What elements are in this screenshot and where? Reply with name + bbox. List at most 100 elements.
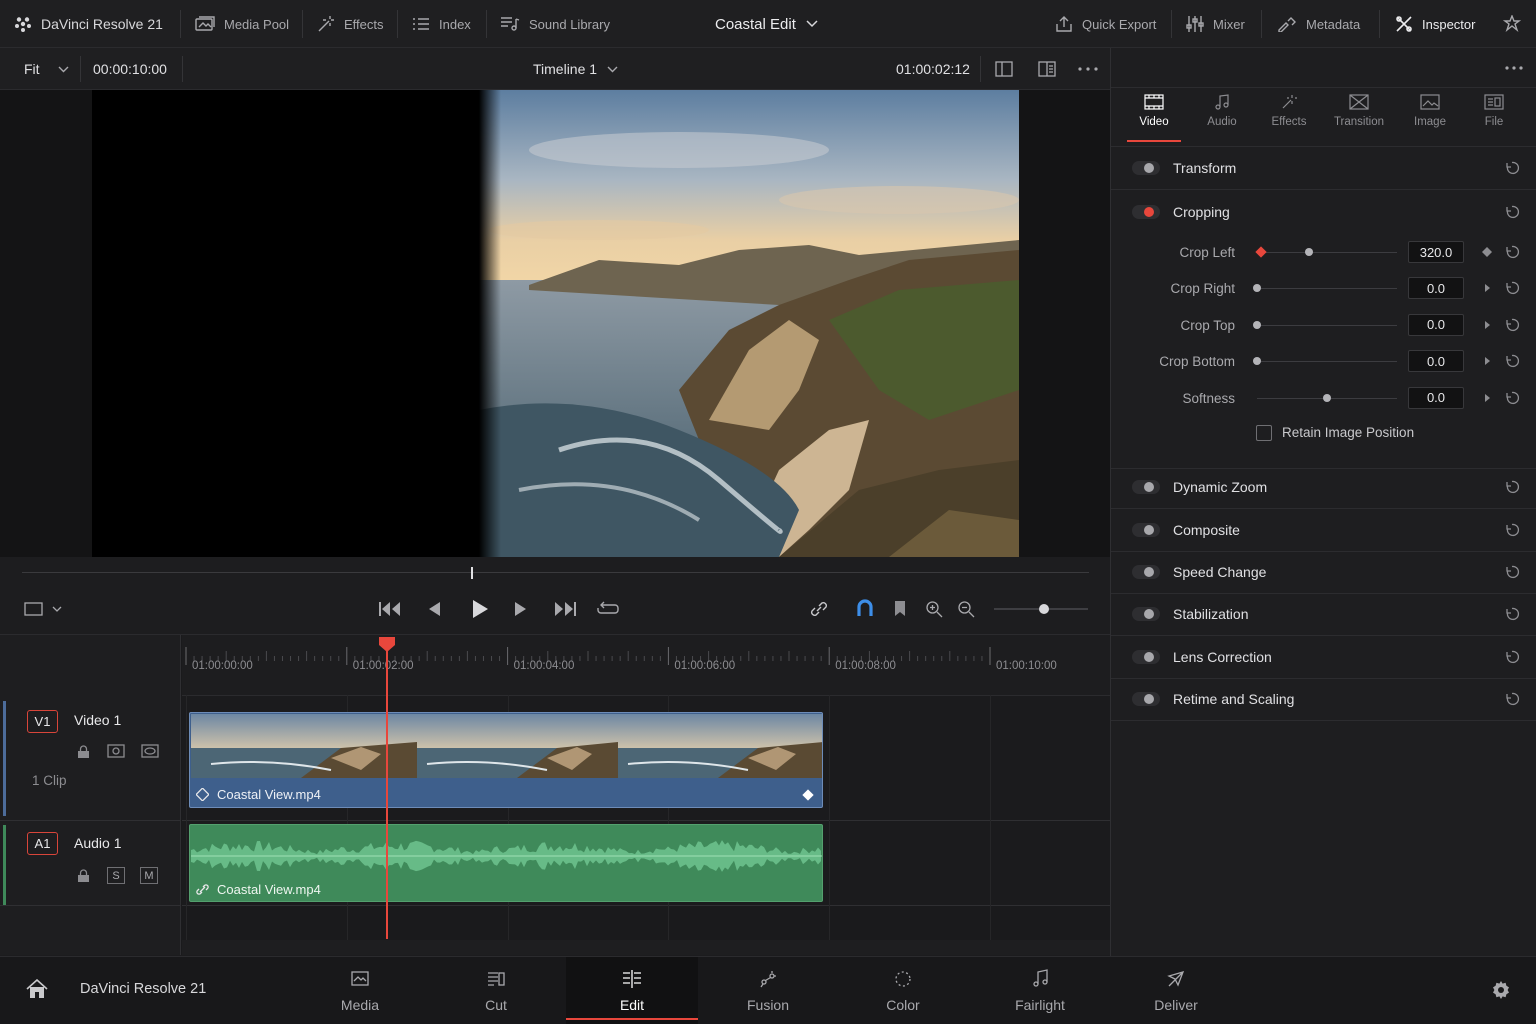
- reset-icon[interactable]: [1504, 204, 1520, 220]
- section-toggle[interactable]: [1132, 607, 1160, 621]
- inspector-button[interactable]: Inspector: [1395, 0, 1475, 48]
- inspector-section-composite[interactable]: Composite: [1111, 509, 1536, 552]
- timeline-scrollbar[interactable]: [182, 940, 1110, 955]
- tab-image[interactable]: Image: [1405, 94, 1455, 144]
- lock-icon[interactable]: [77, 869, 90, 883]
- page-tab-cut[interactable]: Cut: [430, 957, 562, 1024]
- reset-icon[interactable]: [1504, 522, 1520, 538]
- keyframe-marker[interactable]: [802, 789, 814, 801]
- tab-audio[interactable]: Audio: [1197, 94, 1247, 144]
- reset-icon[interactable]: [1504, 244, 1520, 260]
- next-frame-icon[interactable]: [514, 601, 528, 617]
- quick-export-button[interactable]: Quick Export: [1055, 0, 1156, 48]
- crop-param-slider[interactable]: [1257, 324, 1397, 326]
- scrubber-bar[interactable]: [22, 572, 1089, 573]
- zoom-out-icon[interactable]: [957, 600, 975, 618]
- reset-icon[interactable]: [1504, 564, 1520, 580]
- reset-icon[interactable]: [1504, 390, 1520, 406]
- crop-param-value[interactable]: 0.0: [1408, 277, 1464, 300]
- crop-param-slider-knob[interactable]: [1253, 320, 1261, 329]
- reset-icon[interactable]: [1504, 317, 1520, 333]
- reset-icon[interactable]: [1504, 649, 1520, 665]
- tab-effects[interactable]: Effects: [1264, 94, 1314, 144]
- tab-video[interactable]: Video: [1129, 94, 1179, 144]
- audio-clip[interactable]: Coastal View.mp4: [189, 824, 823, 902]
- media-pool-button[interactable]: Media Pool: [195, 0, 289, 48]
- crop-param-slider[interactable]: [1257, 361, 1397, 363]
- inspector-section-stabilization[interactable]: Stabilization: [1111, 593, 1536, 636]
- video-viewer[interactable]: [0, 90, 1110, 557]
- loop-icon[interactable]: [596, 599, 620, 619]
- keyframe-active-marker[interactable]: [1255, 246, 1267, 258]
- section-toggle[interactable]: [1132, 565, 1160, 579]
- crop-param-slider[interactable]: [1257, 252, 1397, 253]
- crop-param-slider-knob[interactable]: [1304, 248, 1313, 256]
- reset-icon[interactable]: [1504, 606, 1520, 622]
- video-track-badge[interactable]: V1: [27, 710, 58, 733]
- auto-track-icon[interactable]: [107, 744, 125, 758]
- project-title-dropdown[interactable]: Coastal Edit: [715, 0, 818, 48]
- page-tab-fusion[interactable]: Fusion: [702, 957, 834, 1024]
- single-viewer-icon[interactable]: [995, 61, 1013, 77]
- crop-param-value[interactable]: 0.0: [1408, 313, 1464, 336]
- playhead-handle-icon[interactable]: [378, 637, 396, 653]
- settings-gear-icon[interactable]: [1491, 980, 1511, 1000]
- section-toggle[interactable]: [1132, 523, 1160, 537]
- crop-param-slider-knob[interactable]: [1323, 393, 1331, 402]
- reset-icon[interactable]: [1504, 353, 1520, 369]
- home-icon[interactable]: [26, 979, 48, 999]
- link-icon[interactable]: [809, 600, 829, 618]
- lock-icon[interactable]: [77, 745, 90, 759]
- crop-param-value[interactable]: 0.0: [1408, 386, 1464, 409]
- reset-icon[interactable]: [1504, 280, 1520, 296]
- viewer-mode-dropdown[interactable]: [24, 601, 62, 617]
- keyframe-nav-icon[interactable]: [1485, 357, 1490, 366]
- crop-param-value[interactable]: 0.0: [1408, 350, 1464, 373]
- sound-library-button[interactable]: Sound Library: [500, 0, 610, 48]
- zoom-in-icon[interactable]: [925, 600, 943, 618]
- cropping-toggle[interactable]: [1132, 205, 1160, 219]
- crop-param-slider[interactable]: [1257, 288, 1397, 290]
- snapping-magnet-icon[interactable]: [856, 599, 874, 619]
- inspector-section-retime-and-scaling[interactable]: Retime and Scaling: [1111, 678, 1536, 721]
- keyframe-nav-icon[interactable]: [1485, 284, 1490, 293]
- page-tab-media[interactable]: Media: [294, 957, 426, 1024]
- page-tab-edit[interactable]: Edit: [566, 957, 698, 1024]
- inspector-section-lens-correction[interactable]: Lens Correction: [1111, 636, 1536, 679]
- more-options-icon[interactable]: [1078, 67, 1098, 71]
- play-icon[interactable]: [471, 599, 489, 619]
- page-tab-deliver[interactable]: Deliver: [1110, 957, 1242, 1024]
- zoom-slider-knob[interactable]: [1039, 604, 1049, 614]
- reverse-play-icon[interactable]: [427, 601, 441, 617]
- inspector-section-dynamic-zoom[interactable]: Dynamic Zoom: [1111, 466, 1536, 509]
- more-options-icon[interactable]: [1505, 66, 1523, 70]
- reset-icon[interactable]: [1504, 691, 1520, 707]
- keyframe-nav-icon[interactable]: [1485, 393, 1490, 402]
- reset-icon[interactable]: [1504, 160, 1520, 176]
- page-tab-color[interactable]: Color: [837, 957, 969, 1024]
- go-to-start-icon[interactable]: [378, 601, 402, 617]
- crop-param-slider-knob[interactable]: [1253, 284, 1261, 293]
- tab-file[interactable]: File: [1469, 94, 1519, 144]
- go-to-end-icon[interactable]: [553, 601, 577, 617]
- track-visibility-icon[interactable]: [141, 744, 159, 758]
- mute-button[interactable]: M: [140, 867, 158, 884]
- inspector-section-speed-change[interactable]: Speed Change: [1111, 551, 1536, 594]
- transform-section[interactable]: Transform: [1111, 147, 1536, 190]
- reset-icon[interactable]: [1504, 479, 1520, 495]
- timeline-ruler[interactable]: 01:00:00:00 01:00:02:00 01:00:04:00 01:00:0…: [182, 635, 1110, 695]
- effects-button[interactable]: Effects: [317, 0, 384, 48]
- tab-transition[interactable]: Transition: [1329, 94, 1389, 144]
- section-toggle[interactable]: [1132, 650, 1160, 664]
- crop-param-value[interactable]: 320.0: [1408, 241, 1464, 263]
- scrubber-position[interactable]: [471, 567, 473, 579]
- zoom-dropdown[interactable]: Fit: [24, 48, 69, 90]
- solo-button[interactable]: S: [107, 867, 125, 884]
- dual-viewer-icon[interactable]: [1038, 61, 1056, 77]
- flag-marker-icon[interactable]: [894, 600, 906, 618]
- video-clip[interactable]: Coastal View.mp4: [189, 712, 823, 808]
- keyframe-add-icon[interactable]: [1481, 246, 1493, 258]
- mixer-button[interactable]: Mixer: [1186, 0, 1245, 48]
- page-tab-fairlight[interactable]: Fairlight: [974, 957, 1106, 1024]
- metadata-button[interactable]: Metadata: [1277, 0, 1360, 48]
